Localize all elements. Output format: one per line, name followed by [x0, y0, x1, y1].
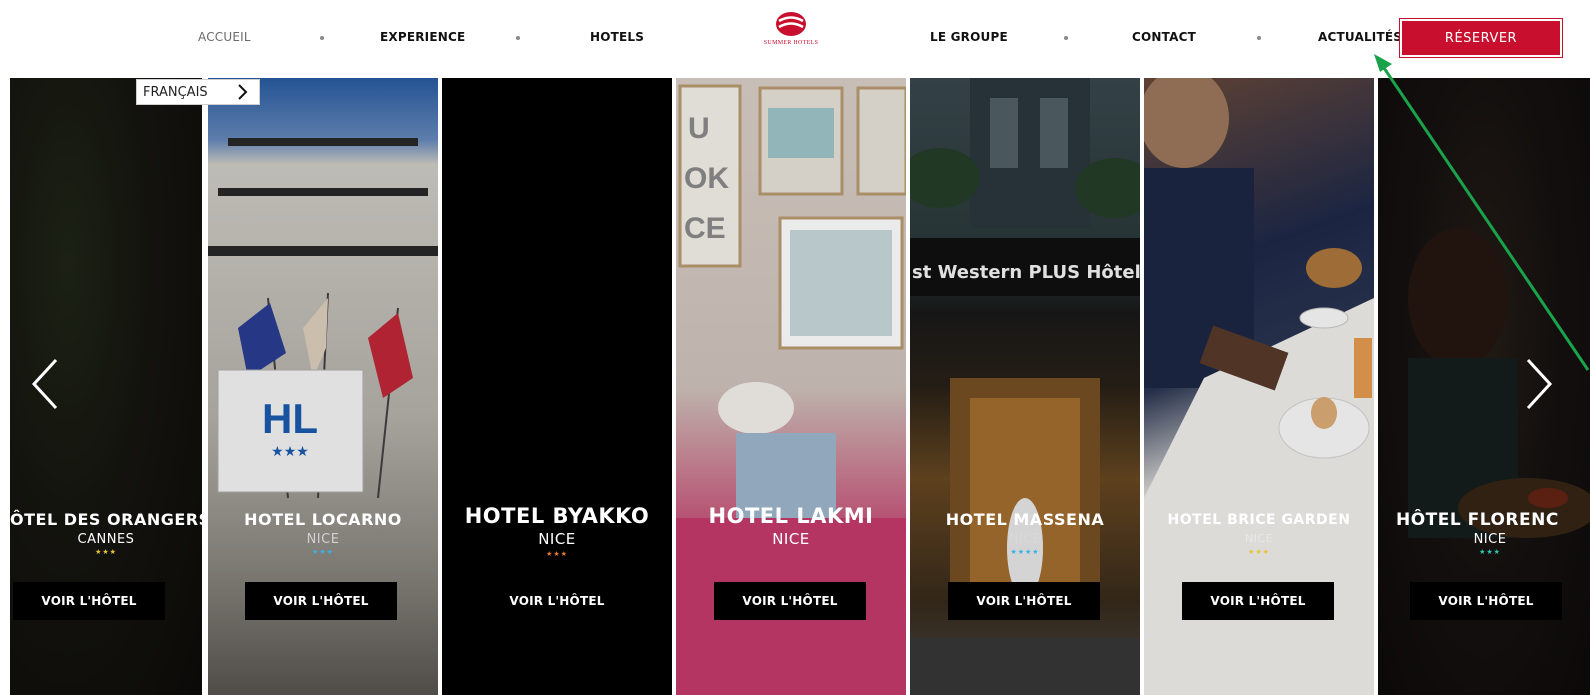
view-hotel-button[interactable]: VOIR L'HÔTEL [245, 582, 397, 620]
view-hotel-button[interactable]: VOIR L'HÔTEL [714, 582, 866, 620]
nav-actualites[interactable]: ACTUALITÉS [1318, 30, 1402, 44]
hotel-city: NICE [1244, 532, 1274, 545]
hotel-city: NICE [1008, 532, 1042, 547]
chevron-right-icon [1526, 358, 1553, 410]
nav-separator [1064, 36, 1068, 40]
hotel-city: NICE [306, 532, 340, 547]
hotel-name: HOTEL BYAKKO [464, 504, 650, 528]
star-rating-icon: ★★★ [546, 551, 568, 558]
star-rating-icon: ★★★ [95, 549, 117, 556]
hotel-card-florence[interactable]: HÔTEL FLORENC NICE ★★★ VOIR L'HÔTEL [1378, 78, 1590, 695]
reserve-button[interactable]: RÉSERVER [1399, 18, 1563, 58]
nav-accueil[interactable]: ACCUEIL [198, 30, 251, 44]
hotel-name: ÔTEL DES ORANGERS [10, 510, 202, 529]
carousel-next-button[interactable] [1522, 356, 1556, 412]
hotel-card-byakko[interactable]: HOTEL BYAKKO NICE ★★★ VOIR L'HÔTEL [442, 78, 672, 695]
nav-separator [516, 36, 520, 40]
hotel-card-massena[interactable]: st Western PLUS Hôtel M HOTEL MASSENA NI… [910, 78, 1140, 695]
nav-separator [320, 36, 324, 40]
logo-icon [776, 12, 806, 36]
site-header: ACCUEIL EXPERIENCE HOTELS SUMMER HOTELS … [0, 0, 1590, 78]
view-hotel-button[interactable]: VOIR L'HÔTEL [13, 582, 165, 620]
star-rating-icon: ★★★ [312, 549, 334, 556]
hotel-carousel: ÔTEL DES ORANGERS CANNES ★★★ VOIR L'HÔTE… [0, 78, 1590, 695]
nav-contact[interactable]: CONTACT [1132, 30, 1196, 44]
hotel-name: HOTEL LOCARNO [244, 510, 402, 529]
language-selector[interactable]: FRANÇAIS [136, 79, 260, 105]
hotel-card-lakmi[interactable]: U OK CE HOTEL LAKMI NICE VOIR L'HÔTEL [676, 78, 906, 695]
star-rating-icon: ★★★ [1248, 549, 1270, 556]
star-rating-icon: ★★★★ [1010, 549, 1040, 556]
chevron-right-icon [238, 84, 248, 100]
language-label: FRANÇAIS [143, 84, 208, 100]
hotel-city: NICE [1473, 532, 1507, 547]
nav-le-groupe[interactable]: LE GROUPE [930, 30, 1008, 44]
hotel-name: HOTEL MASSENA [945, 510, 1105, 529]
logo-text: SUMMER HOTELS [763, 40, 819, 46]
hotel-city: CANNES [77, 532, 135, 547]
hotel-name: HOTEL LAKMI [708, 504, 874, 528]
view-hotel-button[interactable]: VOIR L'HÔTEL [948, 582, 1100, 620]
chevron-left-icon [31, 358, 58, 410]
hotel-card-locarno[interactable]: HL ★★★ HOTEL LOCARNO NICE ★★★ VOIR L'HÔT… [208, 78, 438, 695]
view-hotel-button[interactable]: VOIR L'HÔTEL [1410, 582, 1562, 620]
view-hotel-button[interactable]: VOIR L'HÔTEL [481, 582, 633, 620]
hotel-city: NICE [538, 530, 576, 548]
summer-hotels-logo[interactable]: SUMMER HOTELS [756, 10, 826, 50]
star-rating-icon: ★★★ [1479, 549, 1501, 556]
nav-experience[interactable]: EXPERIENCE [380, 30, 465, 44]
hotel-name: HOTEL BRICE GARDEN [1167, 512, 1351, 528]
nav-separator [1257, 36, 1261, 40]
nav-hotels[interactable]: HOTELS [590, 30, 644, 44]
view-hotel-button[interactable]: VOIR L'HÔTEL [1182, 582, 1334, 620]
hotel-card-brice-garden[interactable]: HOTEL BRICE GARDEN NICE ★★★ VOIR L'HÔTEL [1144, 78, 1374, 695]
hotel-city: NICE [772, 530, 810, 548]
carousel-prev-button[interactable] [28, 356, 62, 412]
hotel-name: HÔTEL FLORENC [1396, 510, 1559, 530]
